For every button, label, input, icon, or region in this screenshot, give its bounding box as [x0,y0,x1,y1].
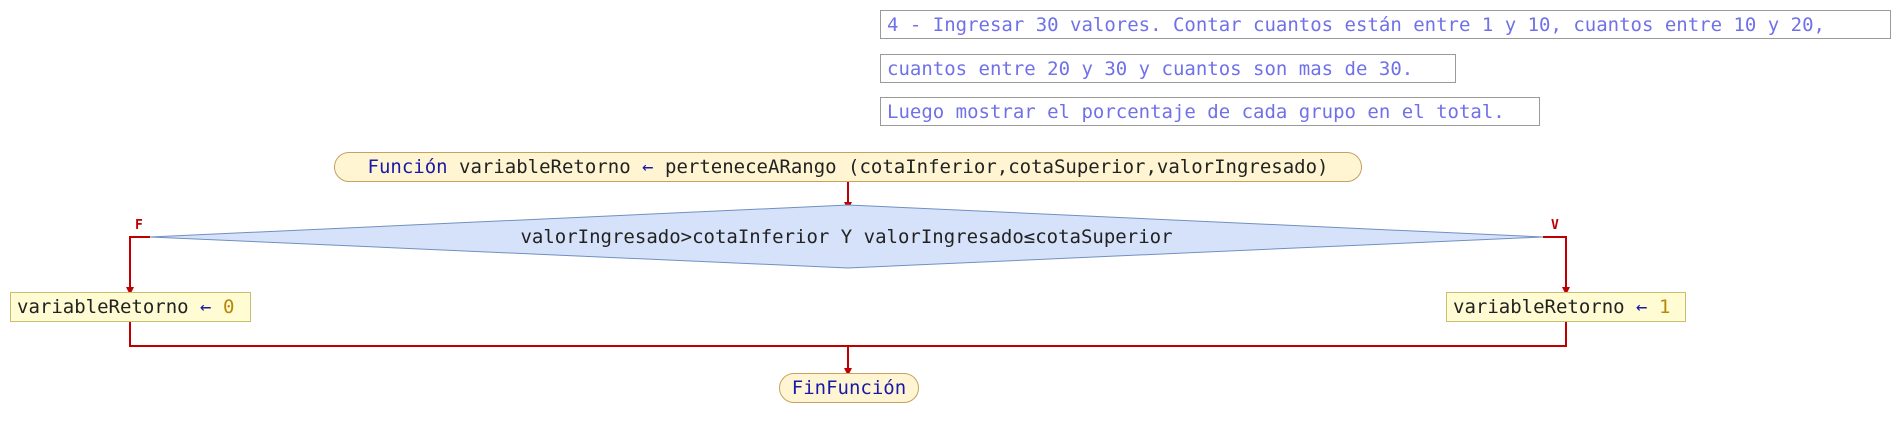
function-name: perteneceARango [665,156,837,178]
end-function-terminal: FinFunción [779,373,919,403]
function-return-var: variableRetorno [459,156,631,178]
assign-true-process: variableRetorno ← 1 [1446,292,1686,322]
assign-false-variable: variableRetorno [17,296,189,318]
connector-false-branch [126,236,150,295]
connector-false-merge [129,322,848,347]
assign-true-arrow: ← [1636,296,1648,318]
function-header-terminal: Función variableRetorno ← perteneceARang… [334,152,1362,182]
end-function-label: FinFunción [791,377,907,399]
assign-false-process: variableRetorno ← 0 [10,292,251,322]
true-branch-label: V [1551,218,1559,233]
flowchart-diagram: 4 - Ingresar 30 valores. Contar cuantos … [0,0,1894,436]
function-params: (cotaInferior,cotaSuperior,valorIngresad… [848,156,1329,178]
function-assign-arrow: ← [642,156,654,178]
assign-false-arrow: ← [200,296,212,318]
connector-true-branch [1543,236,1570,295]
comment-line-3: Luego mostrar el porcentaje de cada grup… [880,97,1540,126]
assign-true-value: 1 [1658,296,1671,318]
comment-line-2: cuantos entre 20 y 30 y cuantos son mas … [880,54,1456,83]
decision-condition: valorIngresado>cotaInferior Y valorIngre… [520,226,1173,248]
false-branch-label: F [135,218,143,233]
connector-true-merge [848,322,1567,347]
assign-false-value: 0 [222,296,235,318]
assign-true-variable: variableRetorno [1453,296,1625,318]
function-keyword: Función [367,156,448,178]
comment-line-1: 4 - Ingresar 30 valores. Contar cuantos … [880,10,1891,39]
